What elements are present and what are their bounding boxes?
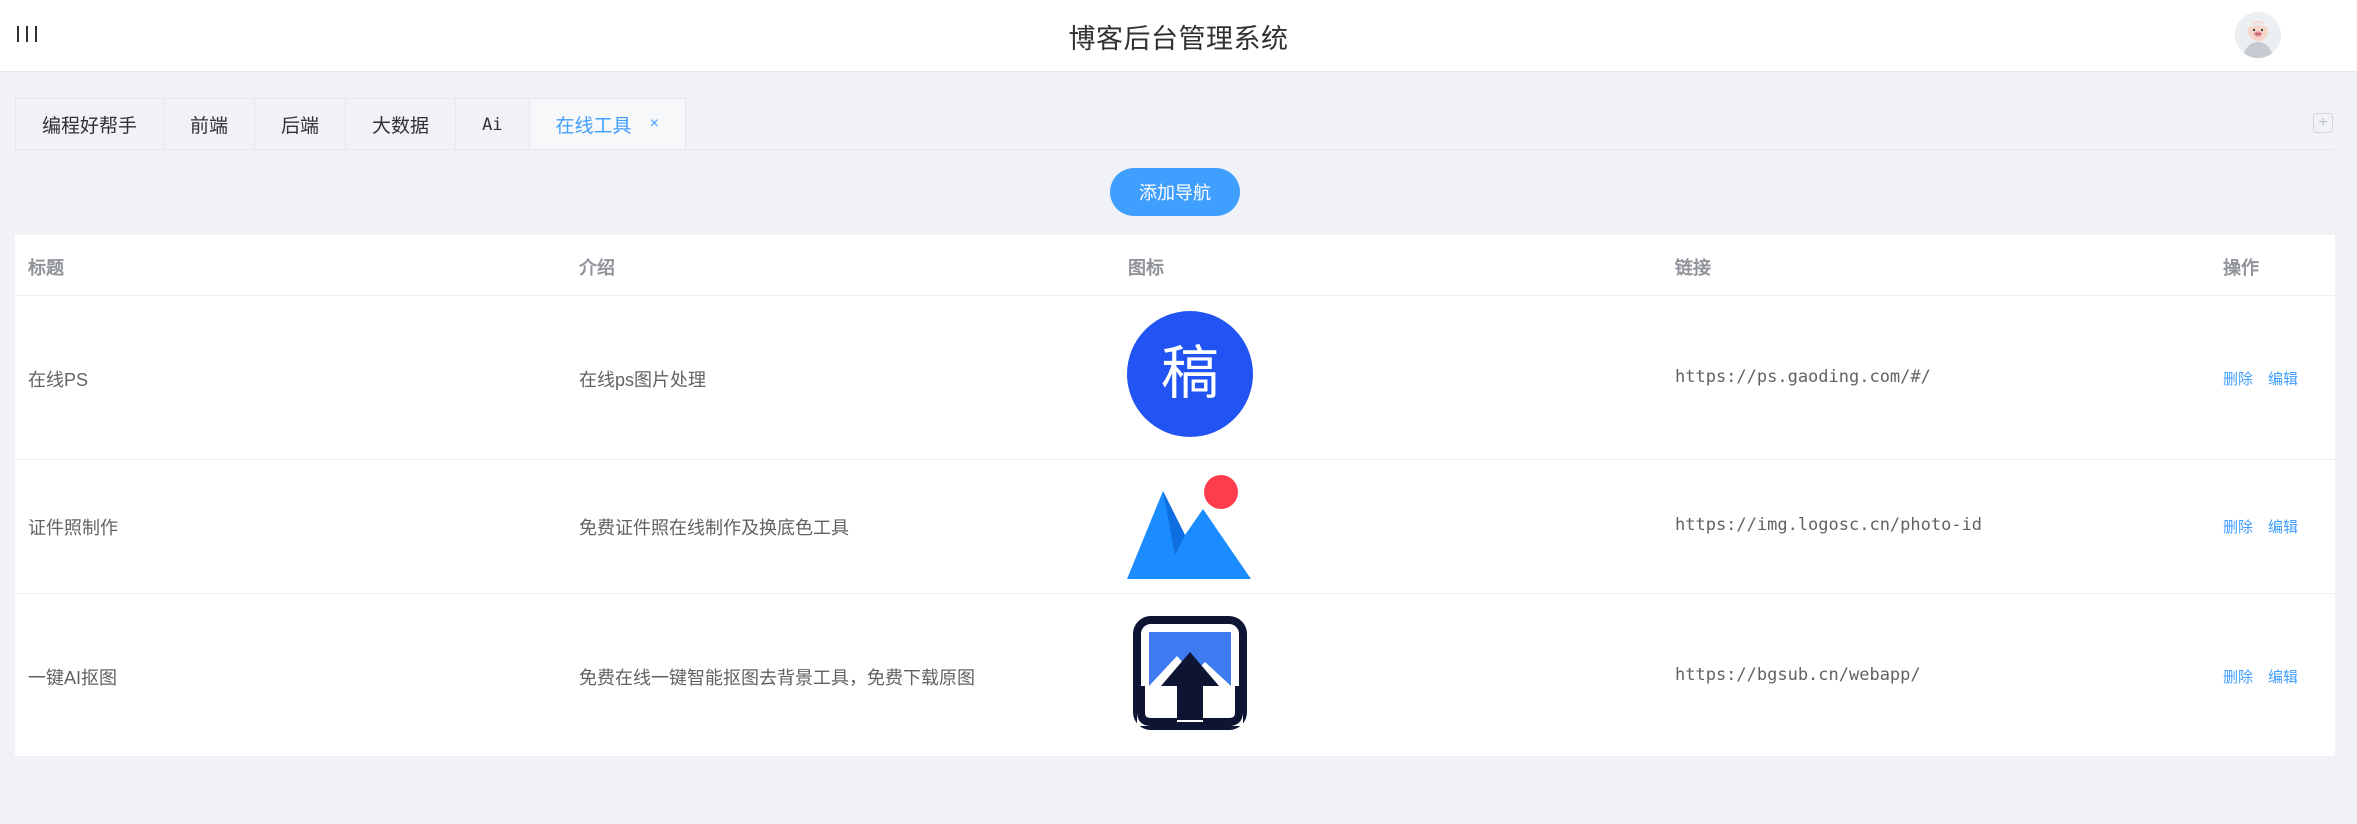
nav-tabs: 编程好帮手 前端 后端 大数据 Ai 在线工具 × (15, 98, 686, 150)
table-row: 证件照制作 免费证件照在线制作及换底色工具 https://img.logosc… (15, 460, 2335, 594)
row-link: https://ps.gaoding.com/#/ (1675, 367, 1931, 387)
column-header-actions: 操作 (2223, 258, 2259, 278)
tab-label: 在线工具 (555, 115, 632, 137)
edit-button[interactable]: 编辑 (2268, 368, 2298, 389)
row-intro: 免费在线一键智能抠图去背景工具，免费下载原图 (579, 668, 975, 688)
delete-button[interactable]: 删除 (2223, 368, 2253, 389)
tab-label: 前端 (190, 116, 229, 137)
table-row: 一键AI抠图 免费在线一键智能抠图去背景工具，免费下载原图 https://bg… (15, 594, 2335, 757)
tab-big-data[interactable]: 大数据 (346, 99, 457, 150)
logosc-logo-icon (1127, 475, 1253, 579)
nav-table: 标题 介绍 图标 链接 操作 在线PS 在线ps图片处理 稿 https://p… (15, 235, 2335, 757)
row-intro: 免费证件照在线制作及换底色工具 (579, 518, 849, 538)
row-title: 在线PS (28, 370, 89, 390)
column-header-title: 标题 (28, 258, 64, 278)
gaoding-logo-icon: 稿 (1127, 311, 1253, 437)
column-header-icon: 图标 (1128, 258, 1164, 278)
tab-frontend[interactable]: 前端 (164, 99, 256, 150)
avatar-icon (2235, 12, 2281, 58)
row-title: 一键AI抠图 (28, 668, 118, 688)
edit-button[interactable]: 编辑 (2268, 516, 2298, 537)
tab-label: 大数据 (372, 116, 430, 137)
gaoding-logo-text: 稿 (1161, 339, 1219, 407)
delete-button[interactable]: 删除 (2223, 666, 2253, 687)
column-header-intro: 介绍 (579, 258, 615, 278)
column-header-link: 链接 (1675, 258, 1711, 278)
tab-online-tools[interactable]: 在线工具 × (529, 99, 685, 150)
tab-label: 编程好帮手 (42, 116, 138, 137)
tab-ai[interactable]: Ai (456, 99, 530, 150)
row-link: https://img.logosc.cn/photo-id (1675, 515, 1983, 535)
user-avatar[interactable] (2235, 12, 2281, 58)
add-nav-button[interactable]: 添加导航 (1110, 168, 1240, 216)
tab-backend[interactable]: 后端 (255, 99, 347, 150)
row-link: https://bgsub.cn/webapp/ (1675, 665, 1921, 685)
tab-programming-helper[interactable]: 编程好帮手 (16, 99, 165, 150)
app-title: 博客后台管理系统 (1068, 24, 1289, 54)
close-icon[interactable]: × (650, 115, 659, 133)
table-row: 在线PS 在线ps图片处理 稿 https://ps.gaoding.com/#… (15, 296, 2335, 460)
delete-button[interactable]: 删除 (2223, 516, 2253, 537)
table-header: 标题 介绍 图标 链接 操作 (15, 235, 2335, 296)
tab-label: 后端 (281, 116, 320, 137)
edit-button[interactable]: 编辑 (2268, 666, 2298, 687)
add-tab-icon[interactable]: + (2313, 113, 2333, 133)
top-header: 博客后台管理系统 (0, 0, 2357, 72)
tabs-divider (15, 149, 2335, 150)
row-intro: 在线ps图片处理 (579, 370, 707, 390)
bgsub-logo-icon (1133, 616, 1247, 730)
row-title: 证件照制作 (28, 518, 118, 538)
tab-label: Ai (482, 114, 503, 135)
